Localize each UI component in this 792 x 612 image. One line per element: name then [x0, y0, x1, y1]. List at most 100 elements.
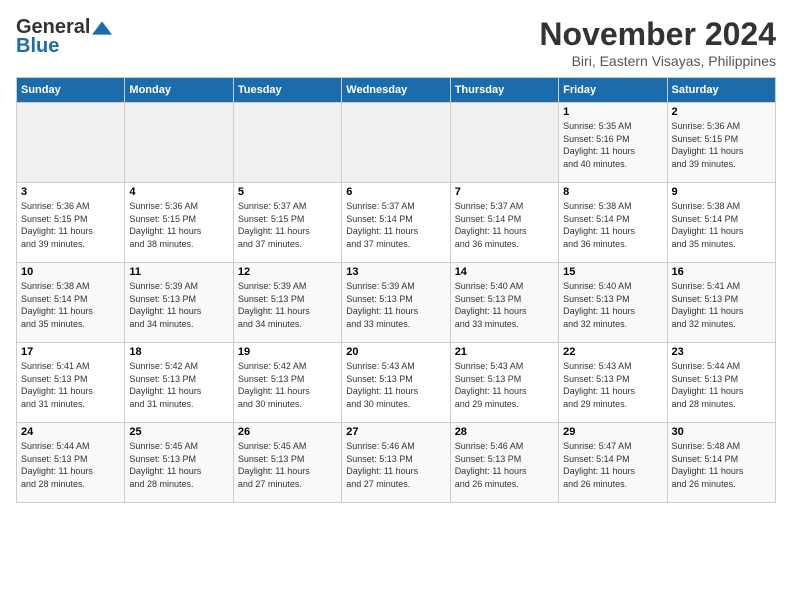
day-info: Sunrise: 5:44 AMSunset: 5:13 PMDaylight:… [21, 440, 120, 490]
day-number: 8 [563, 186, 662, 198]
week-row-3: 10 Sunrise: 5:38 AMSunset: 5:14 PMDayligh… [17, 263, 776, 343]
day-info: Sunrise: 5:46 AMSunset: 5:13 PMDaylight:… [346, 440, 445, 490]
day-info: Sunrise: 5:41 AMSunset: 5:13 PMDaylight:… [21, 360, 120, 410]
calendar-table: SundayMondayTuesdayWednesdayThursdayFrid… [16, 77, 776, 503]
day-info: Sunrise: 5:37 AMSunset: 5:14 PMDaylight:… [455, 200, 554, 250]
calendar-body: 1 Sunrise: 5:35 AMSunset: 5:16 PMDaylight… [17, 103, 776, 503]
day-number: 6 [346, 186, 445, 198]
day-number: 2 [672, 106, 771, 118]
calendar-cell: 8Sunrise: 5:38 AMSunset: 5:14 PMDaylight… [559, 183, 667, 263]
calendar-cell: 1 Sunrise: 5:35 AMSunset: 5:16 PMDaylight… [559, 103, 667, 183]
weekday-header-friday: Friday [559, 78, 667, 103]
day-number: 9 [672, 186, 771, 198]
week-row-1: 1 Sunrise: 5:35 AMSunset: 5:16 PMDaylight… [17, 103, 776, 183]
calendar-cell [17, 103, 125, 183]
day-info: Sunrise: 5:35 AMSunset: 5:16 PMDaylight:… [563, 120, 662, 170]
calendar-cell: 6 Sunrise: 5:37 AMSunset: 5:14 PMDaylight… [342, 183, 450, 263]
calendar-cell: 27 Sunrise: 5:46 AMSunset: 5:13 PMDayligh… [342, 423, 450, 503]
calendar-cell: 5 Sunrise: 5:37 AMSunset: 5:15 PMDaylight… [233, 183, 341, 263]
day-number: 1 [563, 106, 662, 118]
page-header: General Blue November 2024 Biri, Eastern… [16, 16, 776, 69]
calendar-cell: 23 Sunrise: 5:44 AMSunset: 5:13 PMDayligh… [667, 343, 775, 423]
day-info: Sunrise: 5:43 AMSunset: 5:13 PMDaylight:… [563, 360, 662, 410]
logo: General Blue [16, 16, 112, 58]
calendar-cell: 13Sunrise: 5:39 AMSunset: 5:13 PMDayligh… [342, 263, 450, 343]
day-number: 30 [672, 426, 771, 438]
day-info: Sunrise: 5:39 AMSunset: 5:13 PMDaylight:… [238, 280, 337, 330]
calendar-cell: 20Sunrise: 5:43 AMSunset: 5:13 PMDayligh… [342, 343, 450, 423]
day-info: Sunrise: 5:38 AMSunset: 5:14 PMDaylight:… [21, 280, 120, 330]
calendar-cell: 10 Sunrise: 5:38 AMSunset: 5:14 PMDayligh… [17, 263, 125, 343]
week-row-4: 17Sunrise: 5:41 AMSunset: 5:13 PMDayligh… [17, 343, 776, 423]
day-number: 15 [563, 266, 662, 278]
calendar-cell: 9 Sunrise: 5:38 AMSunset: 5:14 PMDaylight… [667, 183, 775, 263]
calendar-cell: 28Sunrise: 5:46 AMSunset: 5:13 PMDayligh… [450, 423, 558, 503]
calendar-cell: 25Sunrise: 5:45 AMSunset: 5:13 PMDayligh… [125, 423, 233, 503]
day-number: 11 [129, 266, 228, 278]
calendar-cell: 19Sunrise: 5:42 AMSunset: 5:13 PMDayligh… [233, 343, 341, 423]
day-number: 18 [129, 346, 228, 358]
day-info: Sunrise: 5:37 AMSunset: 5:15 PMDaylight:… [238, 200, 337, 250]
day-info: Sunrise: 5:37 AMSunset: 5:14 PMDaylight:… [346, 200, 445, 250]
day-number: 27 [346, 426, 445, 438]
calendar-cell [125, 103, 233, 183]
day-number: 21 [455, 346, 554, 358]
day-number: 26 [238, 426, 337, 438]
calendar-cell: 7 Sunrise: 5:37 AMSunset: 5:14 PMDaylight… [450, 183, 558, 263]
weekday-header-thursday: Thursday [450, 78, 558, 103]
calendar-cell: 18 Sunrise: 5:42 AMSunset: 5:13 PMDayligh… [125, 343, 233, 423]
calendar-cell: 29Sunrise: 5:47 AMSunset: 5:14 PMDayligh… [559, 423, 667, 503]
weekday-header-sunday: Sunday [17, 78, 125, 103]
logo-icon [92, 21, 112, 35]
calendar-cell: 24 Sunrise: 5:44 AMSunset: 5:13 PMDayligh… [17, 423, 125, 503]
day-info: Sunrise: 5:48 AMSunset: 5:14 PMDaylight:… [672, 440, 771, 490]
day-info: Sunrise: 5:36 AMSunset: 5:15 PMDaylight:… [21, 200, 120, 250]
day-number: 16 [672, 266, 771, 278]
calendar-cell: 21Sunrise: 5:43 AMSunset: 5:13 PMDayligh… [450, 343, 558, 423]
day-info: Sunrise: 5:36 AMSunset: 5:15 PMDaylight:… [672, 120, 771, 170]
day-info: Sunrise: 5:36 AMSunset: 5:15 PMDaylight:… [129, 200, 228, 250]
calendar-cell [342, 103, 450, 183]
day-number: 24 [21, 426, 120, 438]
day-number: 22 [563, 346, 662, 358]
day-number: 12 [238, 266, 337, 278]
week-row-5: 24 Sunrise: 5:44 AMSunset: 5:13 PMDayligh… [17, 423, 776, 503]
calendar-cell: 11 Sunrise: 5:39 AMSunset: 5:13 PMDayligh… [125, 263, 233, 343]
weekday-header-monday: Monday [125, 78, 233, 103]
day-info: Sunrise: 5:39 AMSunset: 5:13 PMDaylight:… [129, 280, 228, 330]
weekday-header-wednesday: Wednesday [342, 78, 450, 103]
calendar-cell: 16 Sunrise: 5:41 AMSunset: 5:13 PMDayligh… [667, 263, 775, 343]
calendar-cell: 2 Sunrise: 5:36 AMSunset: 5:15 PMDaylight… [667, 103, 775, 183]
day-number: 28 [455, 426, 554, 438]
day-number: 19 [238, 346, 337, 358]
day-number: 23 [672, 346, 771, 358]
day-number: 10 [21, 266, 120, 278]
day-info: Sunrise: 5:38 AMSunset: 5:14 PMDaylight:… [672, 200, 771, 250]
day-number: 7 [455, 186, 554, 198]
day-info: Sunrise: 5:47 AMSunset: 5:14 PMDaylight:… [563, 440, 662, 490]
week-row-2: 3 Sunrise: 5:36 AMSunset: 5:15 PMDaylight… [17, 183, 776, 263]
calendar-cell: 3 Sunrise: 5:36 AMSunset: 5:15 PMDaylight… [17, 183, 125, 263]
logo-blue: Blue [16, 35, 59, 58]
title-block: November 2024 Biri, Eastern Visayas, Phi… [539, 16, 776, 69]
day-info: Sunrise: 5:45 AMSunset: 5:13 PMDaylight:… [238, 440, 337, 490]
weekday-header-tuesday: Tuesday [233, 78, 341, 103]
day-info: Sunrise: 5:40 AMSunset: 5:13 PMDaylight:… [563, 280, 662, 330]
calendar-cell: 30 Sunrise: 5:48 AMSunset: 5:14 PMDayligh… [667, 423, 775, 503]
calendar-cell: 15 Sunrise: 5:40 AMSunset: 5:13 PMDayligh… [559, 263, 667, 343]
calendar-cell [233, 103, 341, 183]
day-number: 3 [21, 186, 120, 198]
calendar-cell: 14Sunrise: 5:40 AMSunset: 5:13 PMDayligh… [450, 263, 558, 343]
day-info: Sunrise: 5:44 AMSunset: 5:13 PMDaylight:… [672, 360, 771, 410]
location: Biri, Eastern Visayas, Philippines [539, 53, 776, 69]
day-info: Sunrise: 5:42 AMSunset: 5:13 PMDaylight:… [129, 360, 228, 410]
day-info: Sunrise: 5:45 AMSunset: 5:13 PMDaylight:… [129, 440, 228, 490]
weekday-header-row: SundayMondayTuesdayWednesdayThursdayFrid… [17, 78, 776, 103]
day-info: Sunrise: 5:41 AMSunset: 5:13 PMDaylight:… [672, 280, 771, 330]
day-info: Sunrise: 5:39 AMSunset: 5:13 PMDaylight:… [346, 280, 445, 330]
day-number: 14 [455, 266, 554, 278]
calendar-cell: 12 Sunrise: 5:39 AMSunset: 5:13 PMDayligh… [233, 263, 341, 343]
calendar-cell: 22 Sunrise: 5:43 AMSunset: 5:13 PMDayligh… [559, 343, 667, 423]
calendar-cell [450, 103, 558, 183]
day-number: 5 [238, 186, 337, 198]
